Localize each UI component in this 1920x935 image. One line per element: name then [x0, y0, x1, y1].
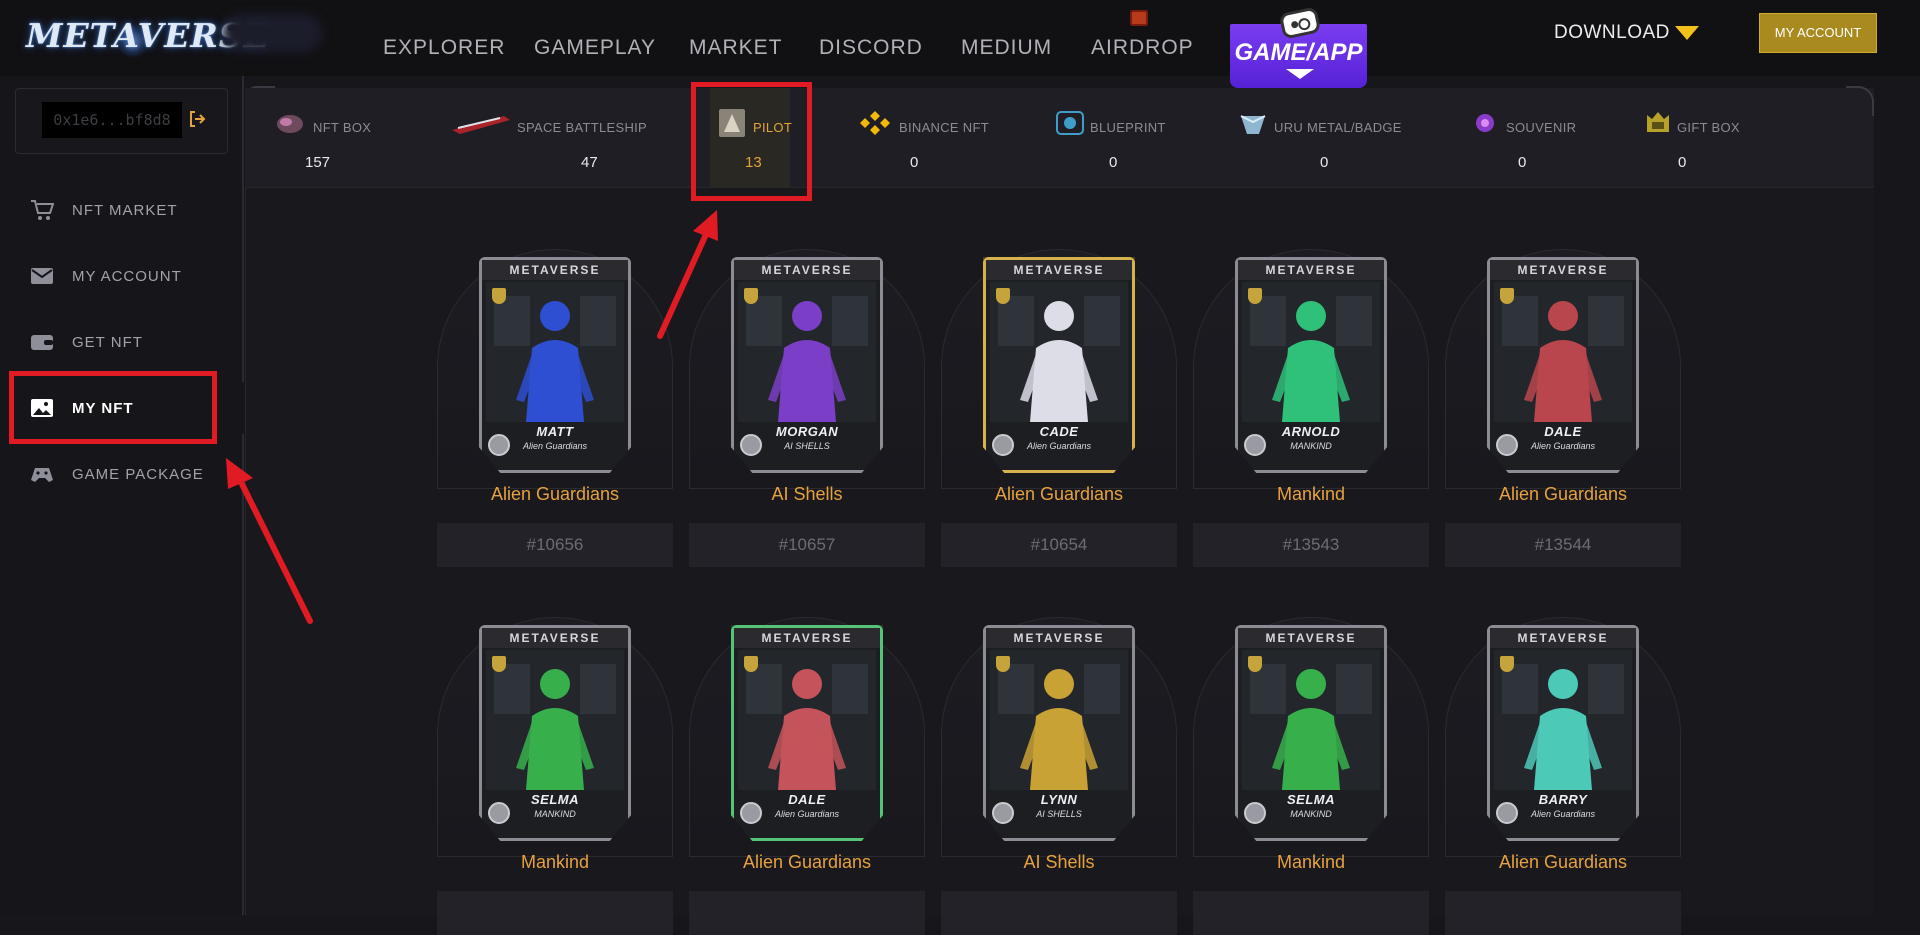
annotation-arrows: [226, 210, 718, 624]
arrow-to-pilot-tab: [657, 210, 718, 339]
arrow-to-my-nft: [226, 458, 313, 624]
